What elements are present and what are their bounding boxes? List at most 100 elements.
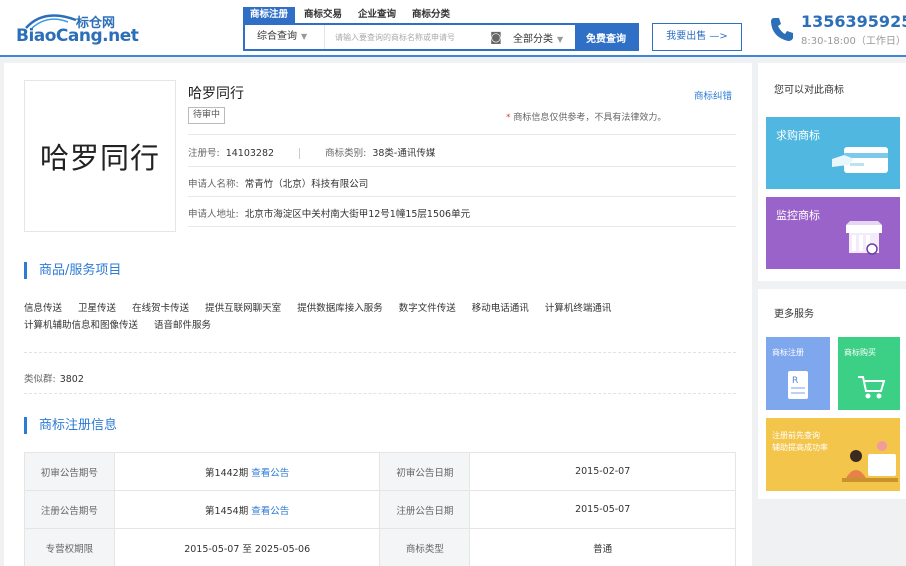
actions-title: 您可以对此商标 bbox=[774, 85, 844, 96]
address-row: 申请人地址: 北京市海淀区中关村南大街甲12号1幢15层1506单元 bbox=[188, 206, 470, 220]
nav-tab-classes[interactable]: 商标分类 bbox=[405, 7, 457, 23]
table-value: 2015-05-07 至 2025-05-06 bbox=[113, 528, 381, 566]
phone-number: 13563959252 bbox=[801, 12, 906, 31]
services-list: 信息传送 卫星传送 在线贺卡传送 提供互联网聊天室 提供数据库接入服务 数字文件… bbox=[24, 300, 724, 334]
trademark-detail-panel: 哈罗同行 哈罗同行 商标纠错 待审中 * 商标信息仅供参考，不具有法律效力。 注… bbox=[4, 63, 752, 566]
nav-tab-register[interactable]: 商标注册 bbox=[243, 7, 296, 23]
required-star: * bbox=[506, 113, 511, 123]
table-row: 专营权期限 2015-05-07 至 2025-05-06 商标类型 普通 bbox=[24, 528, 736, 566]
table-label: 初审公告日期 bbox=[379, 452, 471, 491]
more-services-title: 更多服务 bbox=[774, 309, 814, 320]
service-item: 提供数据库接入服务 bbox=[297, 303, 383, 314]
table-value: 第1454期 查看公告 bbox=[113, 490, 381, 529]
store-icon bbox=[846, 221, 882, 255]
registration-table: 初审公告期号 第1442期 查看公告 初审公告日期 2015-02-07 注册公… bbox=[24, 452, 736, 566]
view-notice-link[interactable]: 查看公告 bbox=[251, 468, 289, 479]
divider bbox=[24, 393, 736, 394]
service-item: 计算机终端通讯 bbox=[544, 303, 612, 314]
applicant-label: 申请人名称: bbox=[188, 179, 239, 190]
service-item: 语音邮件服务 bbox=[154, 320, 212, 331]
table-value: 2015-05-07 bbox=[469, 490, 736, 529]
more-services-box: 更多服务 商标注册 R 商标购买 注册前先查询 辅助提高成功率 bbox=[758, 289, 906, 499]
disclaimer-note: * 商标信息仅供参考，不具有法律效力。 bbox=[506, 110, 666, 123]
buy-trademark-card[interactable]: 求购商标 bbox=[766, 117, 900, 189]
card-hand-icon bbox=[832, 147, 888, 173]
buy-card-label: 求购商标 bbox=[776, 129, 820, 142]
register-service-card[interactable]: 商标注册 R bbox=[766, 337, 830, 410]
service-item: 移动电话通讯 bbox=[471, 303, 529, 314]
site-header: 标仓网 BiaoCang.net 商标注册 商标交易 企业查询 商标分类 综合查… bbox=[0, 0, 906, 57]
divider bbox=[188, 226, 736, 227]
consultant-icon bbox=[842, 441, 898, 482]
chevron-down-icon: ▼ bbox=[301, 32, 308, 41]
divider bbox=[24, 352, 736, 353]
table-label: 专营权期限 bbox=[24, 528, 115, 566]
camera-icon[interactable]: ◙ bbox=[485, 30, 507, 44]
service-hours: 8:30-18:00（工作日） bbox=[801, 36, 906, 47]
search-button[interactable]: 免费查询 bbox=[575, 25, 637, 49]
svg-text:R: R bbox=[792, 376, 798, 386]
reg-info-row: 注册号: 14103282 商标类别: 38类-通讯传媒 bbox=[188, 145, 435, 159]
consult-line1: 注册前先查询 bbox=[772, 431, 820, 440]
chevron-down-icon: ▼ bbox=[557, 34, 564, 44]
services-section-title: 商品/服务项目 bbox=[24, 262, 121, 279]
search-bar: 综合查询 ▼ ◙ 全部分类 ▼ 免费查询 bbox=[243, 23, 639, 51]
divider bbox=[188, 166, 736, 167]
nav-tab-trade[interactable]: 商标交易 bbox=[297, 7, 349, 23]
search-type-label: 综合查询 bbox=[257, 31, 297, 42]
consult-service-card[interactable]: 注册前先查询 辅助提高成功率 bbox=[766, 418, 900, 491]
similar-value: 3802 bbox=[59, 374, 84, 385]
category-label: 全部分类 bbox=[513, 33, 553, 45]
address-value: 北京市海淀区中关村南大街甲12号1幢15层1506单元 bbox=[244, 209, 471, 220]
divider bbox=[188, 134, 736, 135]
divider bbox=[299, 148, 301, 159]
applicant-row: 申请人名称: 常青竹（北京）科技有限公司 bbox=[188, 176, 368, 190]
disclaimer-text: 商标信息仅供参考，不具有法律效力。 bbox=[513, 113, 667, 123]
view-notice-link[interactable]: 查看公告 bbox=[251, 506, 289, 517]
category-select[interactable]: 全部分类 ▼ bbox=[507, 30, 577, 45]
applicant-value: 常青竹（北京）科技有限公司 bbox=[244, 179, 369, 190]
address-label: 申请人地址: bbox=[188, 209, 239, 220]
purchase-card-label: 商标购买 bbox=[844, 348, 876, 357]
monitor-trademark-card[interactable]: 监控商标 bbox=[766, 197, 900, 269]
divider bbox=[188, 196, 736, 197]
search-type-select[interactable]: 综合查询 ▼ bbox=[245, 25, 325, 49]
table-value: 普通 bbox=[469, 528, 736, 566]
main-nav: 商标注册 商标交易 企业查询 商标分类 bbox=[243, 7, 459, 23]
service-item: 计算机辅助信息和图像传送 bbox=[24, 320, 139, 331]
table-label: 商标类型 bbox=[379, 528, 471, 566]
search-input[interactable] bbox=[325, 25, 485, 49]
trademark-name: 哈罗同行 bbox=[188, 86, 244, 102]
actions-box: 您可以对此商标 求购商标 监控商标 bbox=[758, 63, 906, 281]
issue-number: 第1454期 bbox=[205, 505, 249, 517]
status-badge: 待审中 bbox=[188, 107, 226, 124]
service-item: 信息传送 bbox=[24, 303, 63, 314]
class-label: 商标类别: bbox=[325, 148, 367, 159]
table-value: 2015-02-07 bbox=[469, 452, 736, 491]
document-icon: R bbox=[788, 371, 808, 399]
similar-label: 类似群: bbox=[24, 374, 56, 385]
similar-group: 类似群: 3802 bbox=[24, 371, 84, 385]
site-logo[interactable]: 标仓网 BiaoCang.net bbox=[14, 10, 139, 48]
nav-tab-company[interactable]: 企业查询 bbox=[351, 7, 403, 23]
service-item: 提供互联网聊天室 bbox=[205, 303, 282, 314]
table-row: 初审公告期号 第1442期 查看公告 初审公告日期 2015-02-07 bbox=[24, 452, 736, 491]
reg-no-label: 注册号: bbox=[188, 148, 220, 159]
service-item: 数字文件传送 bbox=[398, 303, 456, 314]
phone-icon bbox=[771, 18, 793, 41]
service-item: 在线贺卡传送 bbox=[132, 303, 190, 314]
monitor-card-label: 监控商标 bbox=[776, 209, 820, 222]
sell-button[interactable]: 我要出售 —> bbox=[652, 23, 742, 51]
table-row: 注册公告期号 第1454期 查看公告 注册公告日期 2015-05-07 bbox=[24, 490, 736, 529]
table-label: 初审公告期号 bbox=[24, 452, 115, 491]
reg-no-value: 14103282 bbox=[225, 148, 275, 159]
purchase-service-card[interactable]: 商标购买 bbox=[838, 337, 900, 410]
table-value: 第1442期 查看公告 bbox=[113, 452, 381, 491]
consult-line2: 辅助提高成功率 bbox=[772, 443, 828, 452]
trademark-image: 哈罗同行 bbox=[24, 80, 176, 232]
class-value: 38类-通讯传媒 bbox=[372, 148, 436, 159]
cart-icon bbox=[858, 376, 886, 399]
table-label: 注册公告日期 bbox=[379, 490, 471, 529]
dispute-link[interactable]: 商标纠错 bbox=[694, 88, 732, 102]
logo-en-text: BiaoCang.net bbox=[16, 26, 139, 46]
